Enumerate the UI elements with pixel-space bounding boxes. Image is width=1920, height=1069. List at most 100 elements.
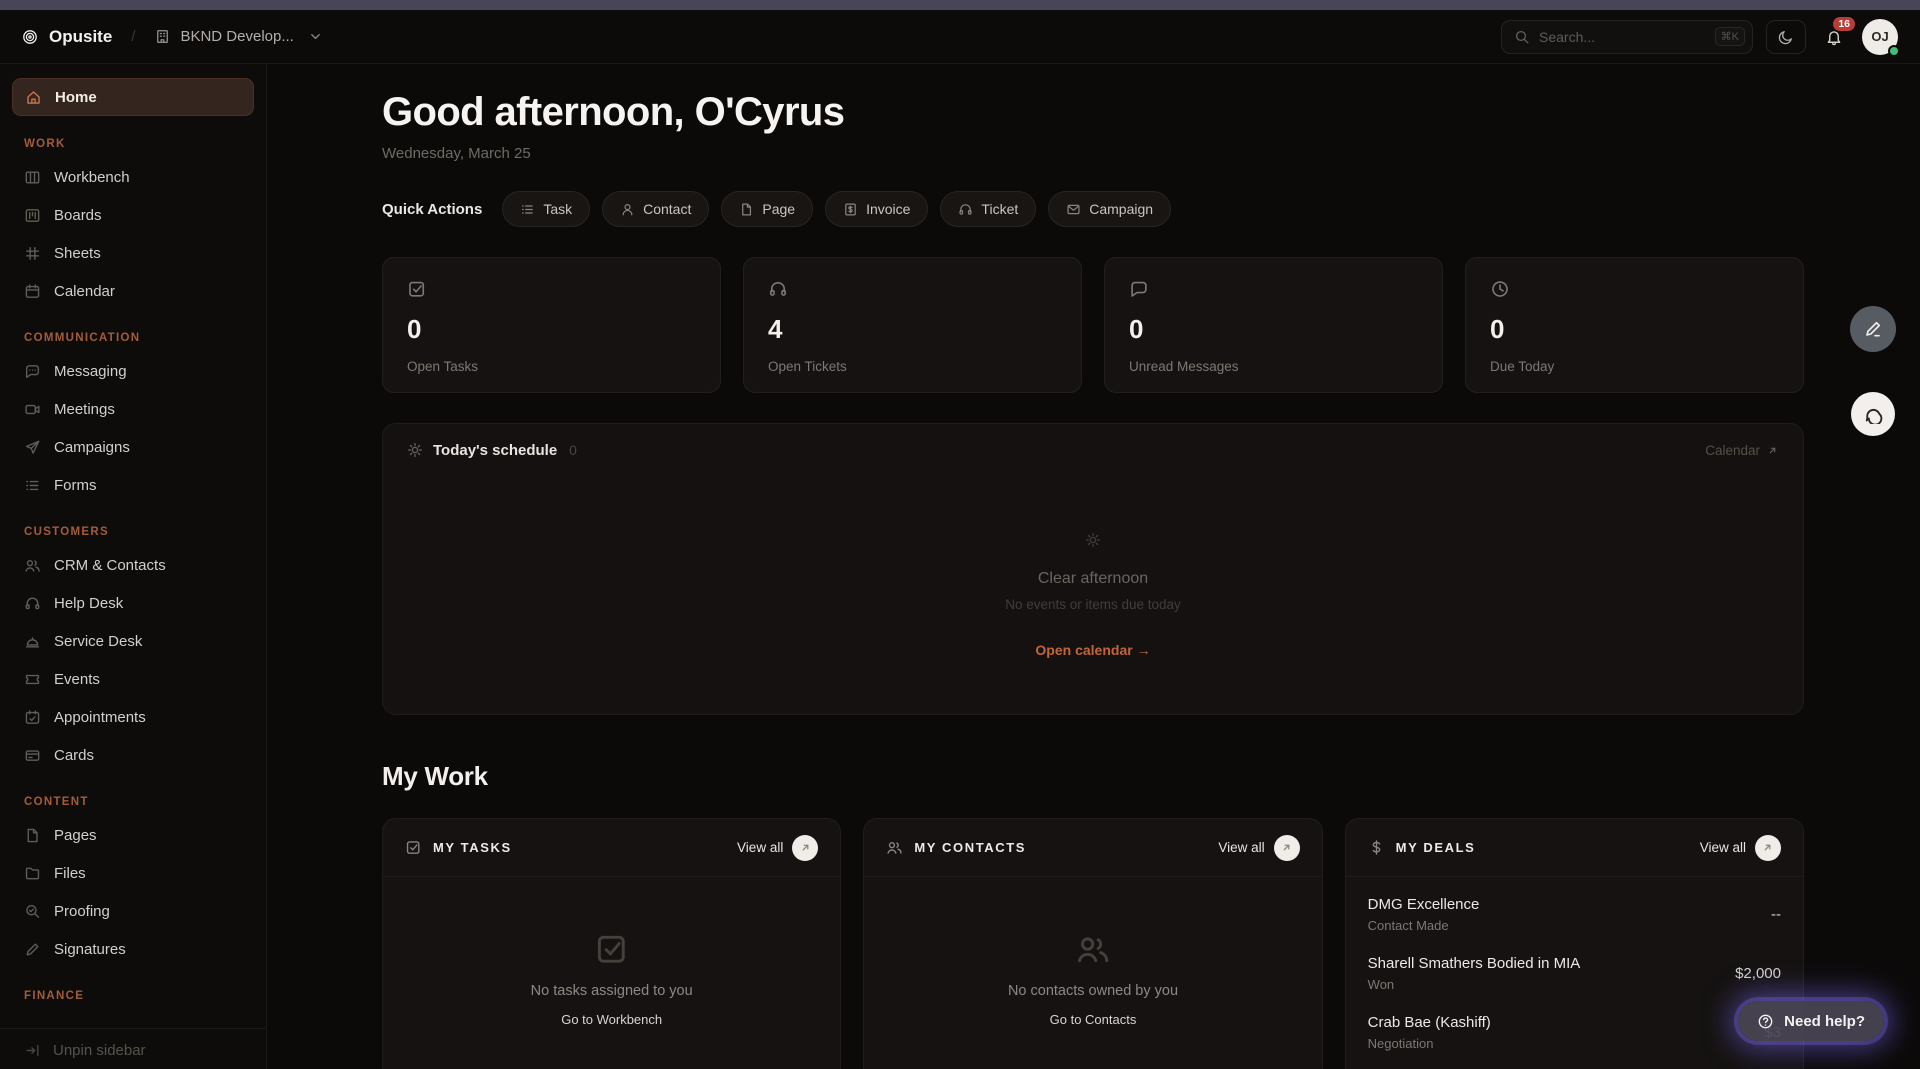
sheets-icon: [24, 245, 41, 262]
sidebar-item-events[interactable]: Events: [12, 660, 254, 698]
users-icon: [24, 557, 41, 574]
unpin-sidebar-button[interactable]: Unpin sidebar: [24, 1042, 242, 1059]
file-icon: [24, 827, 41, 844]
sidebar-item-help-desk[interactable]: Help Desk: [12, 584, 254, 622]
sidebar-item-pages[interactable]: Pages: [12, 816, 254, 854]
mail-icon: [1066, 202, 1081, 217]
collapse-icon: [24, 1042, 41, 1059]
sidebar-item-label: Messaging: [54, 363, 127, 380]
stat-open-tickets[interactable]: 4 Open Tickets: [743, 257, 1082, 393]
browser-top-strip: [0, 0, 1920, 10]
chat-button[interactable]: [1851, 392, 1895, 436]
building-icon: [154, 28, 171, 45]
card-header: MY TASKS View all: [383, 819, 840, 877]
sidebar-item-files[interactable]: Files: [12, 854, 254, 892]
sidebar-item-calendar[interactable]: Calendar: [12, 272, 254, 310]
sidebar-item-label: Pages: [54, 827, 97, 844]
quick-action-page[interactable]: Page: [721, 191, 813, 227]
view-all-button[interactable]: [1755, 835, 1781, 861]
schedule-empty-state: Clear afternoon No events or items due t…: [383, 476, 1803, 714]
sidebar-item-home[interactable]: Home: [12, 78, 254, 116]
sidebar-item-label: Proofing: [54, 903, 110, 920]
sidebar-section-finance: FINANCE: [24, 990, 242, 1002]
invoice-icon: [843, 202, 858, 217]
empty-state-text: No tasks assigned to you: [531, 983, 693, 999]
sidebar-item-label: CRM & Contacts: [54, 557, 166, 574]
view-all-link[interactable]: View all: [737, 835, 818, 861]
sidebar-item-proofing[interactable]: Proofing: [12, 892, 254, 930]
calendar-link[interactable]: Calendar: [1705, 443, 1779, 458]
need-help-button[interactable]: Need help?: [1738, 1001, 1884, 1041]
topbar: Opusite / BKND Develop... ⌘K 16 OJ: [0, 10, 1920, 64]
workspace-switcher[interactable]: BKND Develop...: [154, 28, 323, 45]
sidebar-item-campaigns[interactable]: Campaigns: [12, 428, 254, 466]
stat-unread-messages[interactable]: 0 Unread Messages: [1104, 257, 1443, 393]
pencil-icon: [1863, 319, 1883, 339]
sidebar-item-label: Workbench: [54, 169, 130, 186]
deal-row[interactable]: Crab Bae (Kashiff) Negotiation $3: [1368, 1003, 1781, 1062]
compose-button[interactable]: [1850, 306, 1896, 352]
view-all-button[interactable]: [1274, 835, 1300, 861]
stat-due-today[interactable]: 0 Due Today: [1465, 257, 1804, 393]
stat-open-tasks[interactable]: 0 Open Tasks: [382, 257, 721, 393]
avatar[interactable]: OJ: [1862, 19, 1898, 55]
card-title: MY CONTACTS: [914, 840, 1026, 855]
sidebar-item-boards[interactable]: Boards: [12, 196, 254, 234]
card-title: MY DEALS: [1396, 840, 1476, 855]
brand: Opusite / BKND Develop...: [22, 27, 324, 47]
search-input[interactable]: [1539, 29, 1706, 45]
message-icon: [1129, 279, 1149, 299]
open-calendar-link[interactable]: Open calendar →: [1035, 642, 1150, 658]
deal-list: DMG Excellence Contact Made -- Sharell S…: [1346, 877, 1803, 1062]
quick-action-invoice[interactable]: Invoice: [825, 191, 928, 227]
sidebar-item-crm-contacts[interactable]: CRM & Contacts: [12, 546, 254, 584]
deal-row[interactable]: Sharell Smathers Bodied in MIA Won $2,00…: [1368, 944, 1781, 1003]
sidebar-item-label: Appointments: [54, 709, 146, 726]
stat-label: Due Today: [1490, 359, 1779, 374]
sidebar-item-label: Home: [55, 89, 97, 106]
sidebar-item-forms[interactable]: Forms: [12, 466, 254, 504]
deal-name: Sharell Smathers Bodied in MIA: [1368, 955, 1581, 972]
search-box[interactable]: ⌘K: [1501, 20, 1753, 54]
view-all-link[interactable]: View all: [1218, 835, 1299, 861]
sidebar-item-label: Forms: [54, 477, 97, 494]
theme-toggle-button[interactable]: [1766, 20, 1806, 54]
deal-value: $2,000: [1735, 965, 1781, 982]
sidebar-item-appointments[interactable]: Appointments: [12, 698, 254, 736]
go-to-contacts-link[interactable]: Go to Contacts: [1050, 1012, 1137, 1027]
pen-icon: [24, 941, 41, 958]
arrow-up-right-icon: [1280, 841, 1293, 854]
opusite-logo-icon: [22, 29, 38, 45]
search-icon: [1514, 29, 1530, 45]
send-icon: [24, 439, 41, 456]
sidebar-item-signatures[interactable]: Signatures: [12, 930, 254, 968]
sidebar-item-cards[interactable]: Cards: [12, 736, 254, 774]
view-all-button[interactable]: [792, 835, 818, 861]
deal-row[interactable]: DMG Excellence Contact Made --: [1368, 885, 1781, 944]
stat-label: Unread Messages: [1129, 359, 1418, 374]
sidebar-item-label: Sheets: [54, 245, 101, 262]
sidebar-item-label: Cards: [54, 747, 94, 764]
card-icon: [24, 747, 41, 764]
quick-action-campaign[interactable]: Campaign: [1048, 191, 1171, 227]
stats-row: 0 Open Tasks 4 Open Tickets 0 Unread Mes…: [382, 257, 1804, 393]
card-header: MY CONTACTS View all: [864, 819, 1321, 877]
go-to-workbench-link[interactable]: Go to Workbench: [561, 1012, 662, 1027]
quick-action-ticket[interactable]: Ticket: [940, 191, 1036, 227]
sidebar-item-sheets[interactable]: Sheets: [12, 234, 254, 272]
quick-action-task[interactable]: Task: [502, 191, 590, 227]
stat-value: 4: [768, 314, 1057, 345]
folder-icon: [24, 865, 41, 882]
topbar-right: ⌘K 16 OJ: [1501, 19, 1898, 55]
brand-name: Opusite: [49, 27, 112, 47]
arrow-up-right-icon: [1766, 444, 1779, 457]
contacts-empty-state: No contacts owned by you Go to Contacts: [864, 877, 1321, 1069]
ticket-icon: [24, 671, 41, 688]
sidebar-item-meetings[interactable]: Meetings: [12, 390, 254, 428]
notifications-button[interactable]: 16: [1825, 28, 1843, 46]
sidebar-item-service-desk[interactable]: Service Desk: [12, 622, 254, 660]
sidebar-item-workbench[interactable]: Workbench: [12, 158, 254, 196]
sidebar-item-messaging[interactable]: Messaging: [12, 352, 254, 390]
quick-action-contact[interactable]: Contact: [602, 191, 709, 227]
view-all-link[interactable]: View all: [1700, 835, 1781, 861]
